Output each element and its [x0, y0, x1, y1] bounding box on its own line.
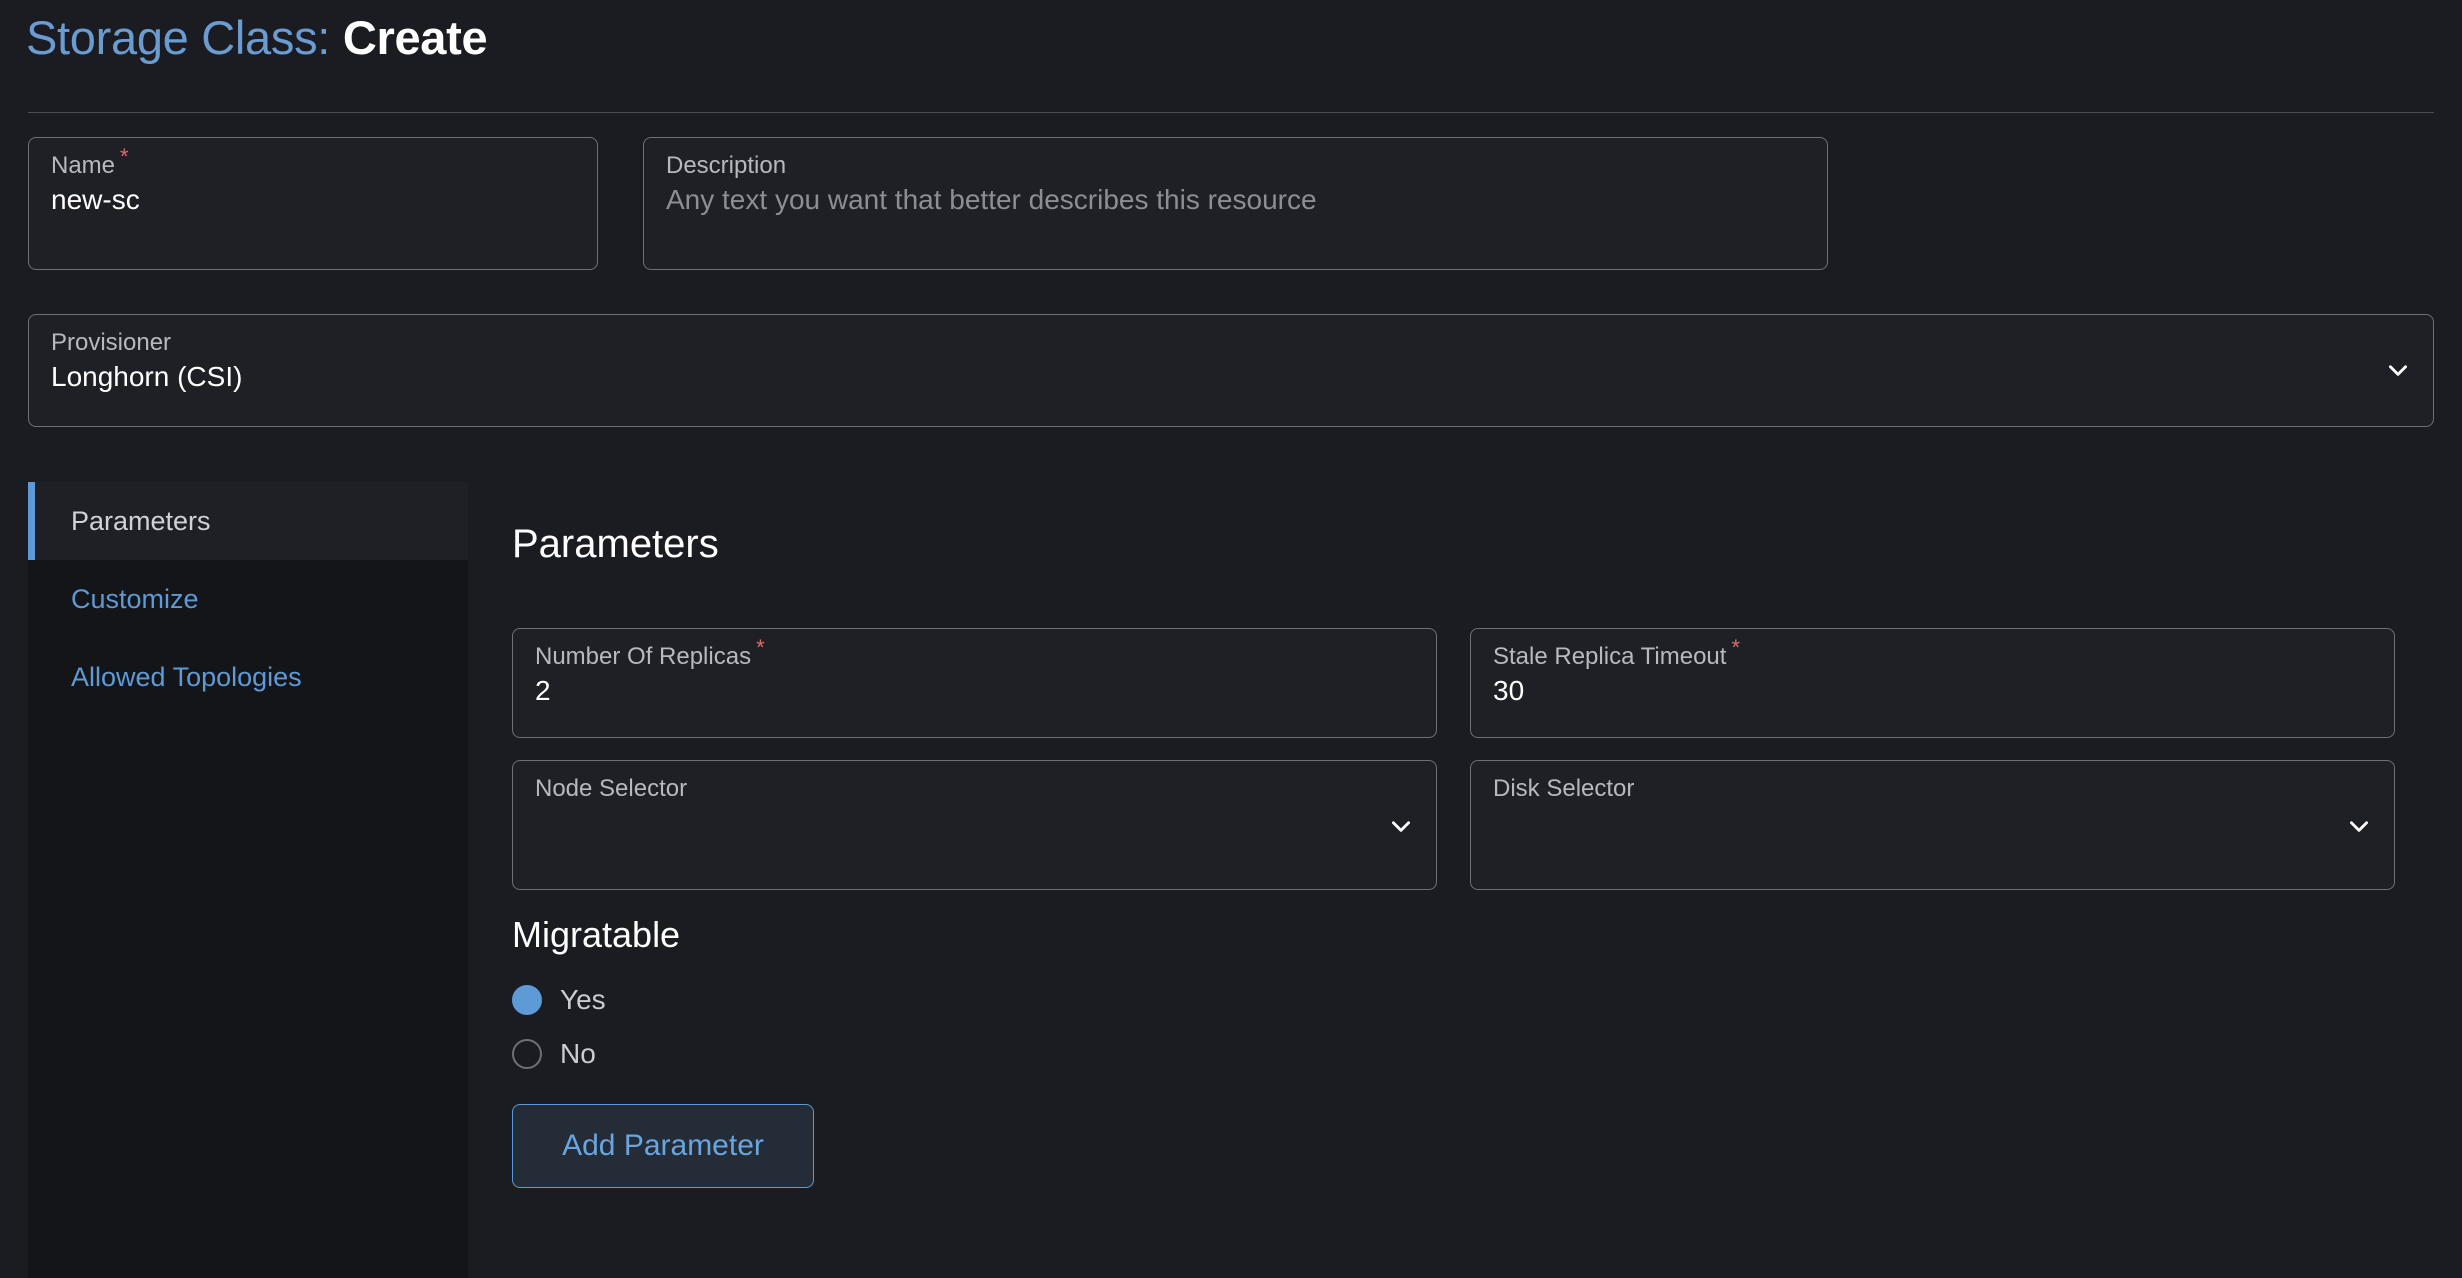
migratable-radio-yes[interactable]: Yes	[512, 984, 606, 1016]
tab-customize[interactable]: Customize	[28, 560, 468, 638]
disk-selector-label: Disk Selector	[1493, 775, 1634, 803]
panel-title: Parameters	[512, 522, 719, 567]
header-divider	[28, 112, 2434, 113]
chevron-down-icon[interactable]	[1388, 813, 1414, 839]
name-field-label-text: Name	[51, 152, 115, 179]
stale-replica-timeout-label-text: Stale Replica Timeout	[1493, 643, 1726, 670]
required-asterisk: *	[1731, 635, 1740, 660]
page-title-prefix: Storage Class:	[26, 11, 330, 64]
tab-sidebar: Parameters Customize Allowed Topologies	[28, 482, 468, 1278]
provisioner-value: Longhorn (CSI)	[51, 361, 242, 393]
page-header: Storage Class: Create	[0, 0, 2462, 113]
stale-replica-timeout-label: Stale Replica Timeout*	[1493, 643, 1740, 671]
chevron-down-icon[interactable]	[2346, 813, 2372, 839]
storage-class-create-page: Storage Class: Create Name* new-sc Descr…	[0, 0, 2462, 1278]
stale-replica-timeout-value: 30	[1493, 675, 1524, 707]
required-asterisk: *	[120, 144, 129, 169]
page-title: Storage Class: Create	[26, 10, 487, 65]
parameters-panel: Parameters Number Of Replicas* 2 Stale R…	[512, 482, 2434, 1278]
radio-unselected-icon[interactable]	[512, 1039, 542, 1069]
description-field[interactable]: Description Any text you want that bette…	[643, 137, 1828, 270]
name-field-label: Name*	[51, 152, 129, 180]
migratable-group-title: Migratable	[512, 914, 680, 956]
provisioner-label: Provisioner	[51, 329, 171, 357]
number-of-replicas-label-text: Number Of Replicas	[535, 643, 751, 670]
number-of-replicas-field[interactable]: Number Of Replicas* 2	[512, 628, 1437, 738]
add-parameter-button[interactable]: Add Parameter	[512, 1104, 814, 1188]
page-title-main: Create	[343, 11, 488, 64]
stale-replica-timeout-field[interactable]: Stale Replica Timeout* 30	[1470, 628, 2395, 738]
tab-allowed-topologies[interactable]: Allowed Topologies	[28, 638, 468, 716]
tab-parameters[interactable]: Parameters	[28, 482, 468, 560]
migratable-radio-yes-label: Yes	[560, 984, 606, 1016]
tab-allowed-topologies-label: Allowed Topologies	[71, 662, 302, 693]
provisioner-select[interactable]: Provisioner Longhorn (CSI)	[28, 314, 2434, 427]
migratable-radio-no-label: No	[560, 1038, 596, 1070]
name-field-value: new-sc	[51, 184, 140, 216]
description-field-label: Description	[666, 152, 786, 180]
number-of-replicas-value: 2	[535, 675, 551, 707]
description-field-placeholder: Any text you want that better describes …	[666, 184, 1317, 216]
migratable-radio-no[interactable]: No	[512, 1038, 596, 1070]
node-selector-select[interactable]: Node Selector	[512, 760, 1437, 890]
radio-selected-icon[interactable]	[512, 985, 542, 1015]
name-field[interactable]: Name* new-sc	[28, 137, 598, 270]
chevron-down-icon[interactable]	[2385, 357, 2411, 383]
number-of-replicas-label: Number Of Replicas*	[535, 643, 765, 671]
disk-selector-select[interactable]: Disk Selector	[1470, 760, 2395, 890]
required-asterisk: *	[756, 635, 765, 660]
tab-customize-label: Customize	[71, 584, 199, 615]
node-selector-label: Node Selector	[535, 775, 687, 803]
tab-parameters-label: Parameters	[71, 506, 211, 537]
